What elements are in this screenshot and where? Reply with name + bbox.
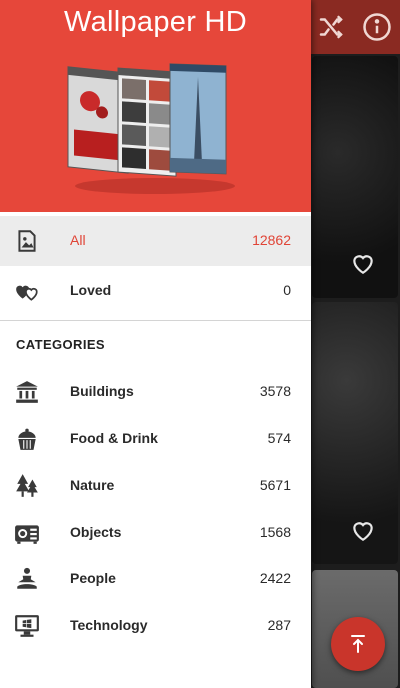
- category-item-buildings[interactable]: Buildings 3578: [0, 367, 311, 417]
- category-label: Objects: [70, 524, 122, 540]
- navigation-drawer: Wallpaper HD All 12862 Loved 0 CATEGORIE…: [0, 0, 311, 688]
- info-icon[interactable]: [362, 12, 392, 42]
- building-icon: [14, 379, 40, 405]
- scroll-to-top-button[interactable]: [331, 617, 385, 671]
- category-item-people[interactable]: People 2422: [0, 554, 311, 604]
- category-label: Nature: [70, 477, 115, 493]
- scroll-to-top-icon: [351, 635, 365, 653]
- monitor-icon: [14, 613, 40, 639]
- category-count: 2422: [259, 570, 291, 586]
- app-title: Wallpaper HD: [63, 6, 248, 38]
- drawer-item-all[interactable]: All 12862: [0, 216, 311, 266]
- category-label: People: [70, 570, 116, 586]
- radio-icon: [14, 520, 40, 546]
- meditation-icon: [14, 566, 40, 592]
- image-icon: [14, 228, 40, 254]
- drawer-item-label: Loved: [70, 282, 112, 298]
- drawer-item-count: 12862: [252, 232, 291, 248]
- drawer-item-label: All: [70, 232, 86, 248]
- category-count: 5671: [259, 477, 291, 493]
- category-count: 3578: [259, 383, 291, 399]
- category-label: Buildings: [70, 383, 134, 399]
- category-item-objects[interactable]: Objects 1568: [0, 508, 311, 558]
- hearts-icon: [14, 278, 40, 304]
- shuffle-icon[interactable]: [316, 12, 346, 42]
- cupcake-icon: [14, 426, 40, 452]
- category-item-technology[interactable]: Technology 287: [0, 601, 311, 651]
- drawer-divider: [0, 320, 311, 321]
- category-item-food-drink[interactable]: Food & Drink 574: [0, 414, 311, 464]
- heart-outline-icon[interactable]: [350, 518, 376, 542]
- heart-outline-icon[interactable]: [350, 251, 376, 275]
- categories-heading: CATEGORIES: [16, 337, 105, 352]
- drawer-item-count: 0: [283, 282, 291, 298]
- drawer-item-loved[interactable]: Loved 0: [0, 266, 311, 316]
- category-label: Technology: [70, 617, 148, 633]
- category-label: Food & Drink: [70, 430, 158, 446]
- category-count: 574: [267, 430, 291, 446]
- category-count: 1568: [259, 524, 291, 540]
- category-item-nature[interactable]: Nature 5671: [0, 461, 311, 511]
- category-count: 287: [267, 617, 291, 633]
- drawer-header: Wallpaper HD: [0, 0, 311, 212]
- trees-icon: [14, 473, 40, 499]
- app-preview-illustration: [67, 63, 235, 194]
